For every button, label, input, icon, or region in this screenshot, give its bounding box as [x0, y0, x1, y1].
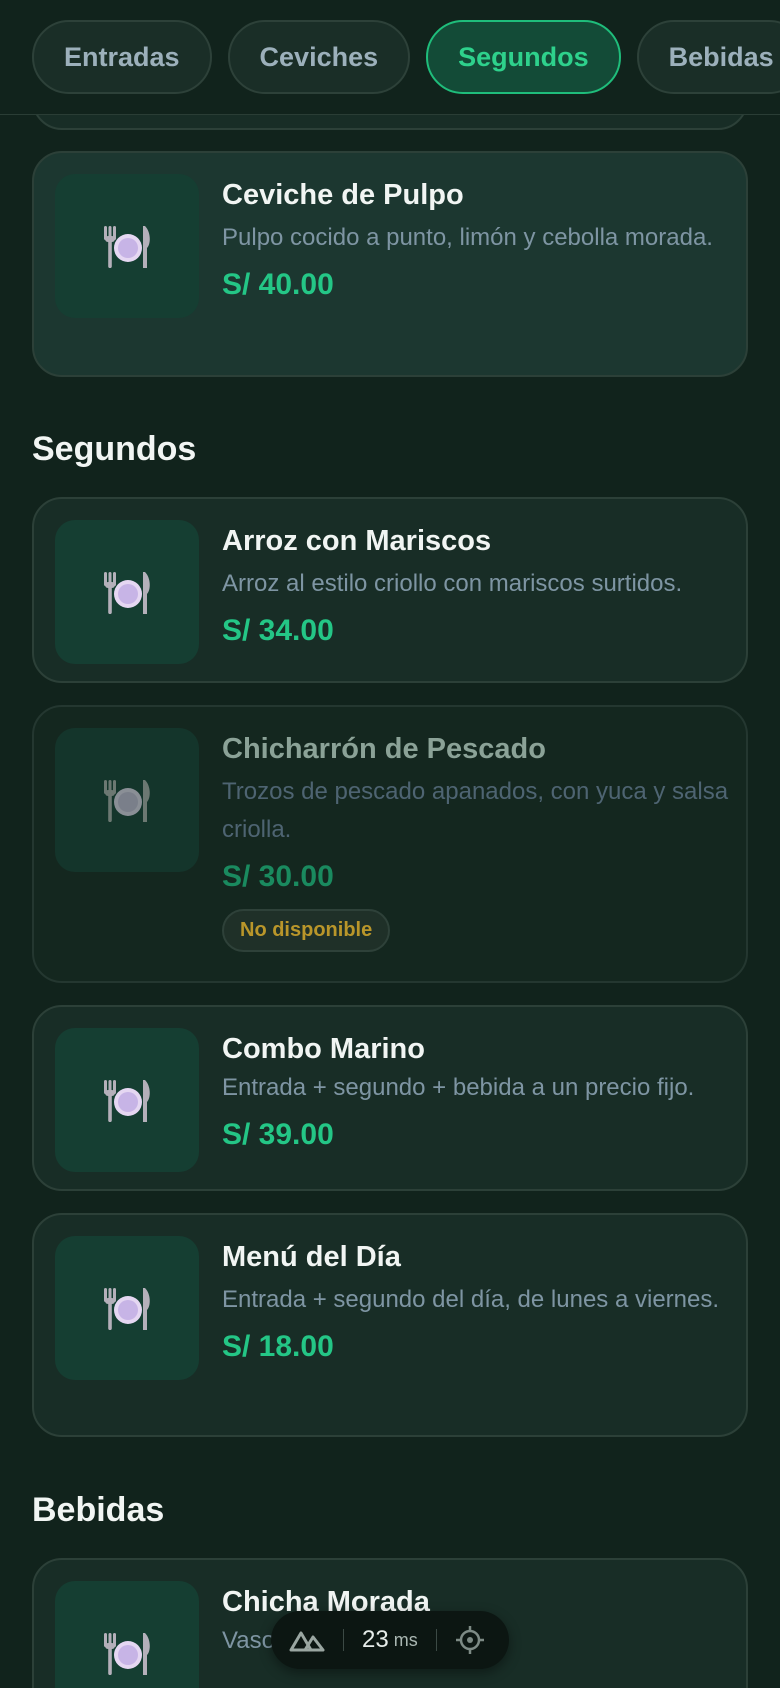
dish-thumbnail: [55, 1028, 199, 1172]
divider: [343, 1629, 344, 1651]
dish-price: S/ 34.00: [222, 614, 334, 647]
dish-description: Entrada + segundo del día, de lunes a vi…: [222, 1286, 720, 1313]
dish-price: S/ 18.00: [222, 1330, 334, 1363]
plate-icon: [104, 572, 150, 614]
dish-name: Menú del Día: [222, 1241, 401, 1273]
dish-description: Trozos de pescado apanados, con yuca y s…: [222, 778, 729, 843]
dish-thumbnail: [55, 520, 199, 664]
plate-icon: [104, 1080, 150, 1122]
crosshair-icon[interactable]: [455, 1625, 485, 1655]
tab-ceviches[interactable]: Ceviches: [227, 20, 411, 94]
menu-card[interactable]: Combo Marino Entrada + segundo + bebida …: [32, 1005, 748, 1191]
dish-name: Ceviche de Pulpo: [222, 179, 464, 211]
render-time-value: 23: [362, 1626, 389, 1653]
nuxt-logo-icon[interactable]: [289, 1628, 325, 1652]
dish-description: Pulpo cocido a punto, limón y cebolla mo…: [222, 224, 713, 251]
dish-description: Entrada + segundo + bebida a un precio f…: [222, 1074, 695, 1101]
plate-icon: [104, 780, 150, 822]
plate-icon: [104, 226, 150, 268]
section-title-bebidas: Bebidas: [32, 1491, 165, 1529]
dish-price: S/ 30.00: [222, 860, 334, 893]
tab-bebidas[interactable]: Bebidas: [636, 20, 780, 94]
dish-price: S/ 39.00: [222, 1118, 334, 1151]
dish-description: Arroz al estilo criollo con mariscos sur…: [222, 570, 683, 597]
devtools-perf-pill[interactable]: 23 ms: [271, 1611, 509, 1669]
divider: [435, 1629, 437, 1651]
unavailable-badge: No disponible: [222, 909, 391, 952]
dish-name: Arroz con Mariscos: [222, 525, 492, 557]
dish-name: Chicharrón de Pescado: [222, 733, 546, 765]
section-title-segundos: Segundos: [32, 430, 197, 468]
dish-thumbnail: [55, 728, 199, 872]
dish-thumbnail: [55, 1236, 199, 1380]
dish-price: S/ 40.00: [222, 268, 334, 301]
tab-entradas[interactable]: Entradas: [32, 20, 212, 94]
category-tab-bar: Entradas Ceviches Segundos Bebidas: [0, 0, 780, 115]
dish-thumbnail: [55, 1581, 199, 1688]
menu-card[interactable]: Arroz con Mariscos Arroz al estilo criol…: [32, 497, 748, 683]
tab-segundos[interactable]: Segundos: [426, 20, 621, 94]
menu-card-unavailable[interactable]: Chicharrón de Pescado Trozos de pescado …: [32, 705, 748, 983]
render-time-unit: ms: [393, 1629, 418, 1650]
plate-icon: [104, 1288, 150, 1330]
menu-card[interactable]: Ceviche de Pulpo Pulpo cocido a punto, l…: [32, 151, 748, 377]
menu-card[interactable]: Menú del Día Entrada + segundo del día, …: [32, 1213, 748, 1437]
dish-thumbnail: [55, 174, 199, 318]
dish-name: Combo Marino: [222, 1033, 425, 1065]
plate-icon: [104, 1633, 150, 1675]
